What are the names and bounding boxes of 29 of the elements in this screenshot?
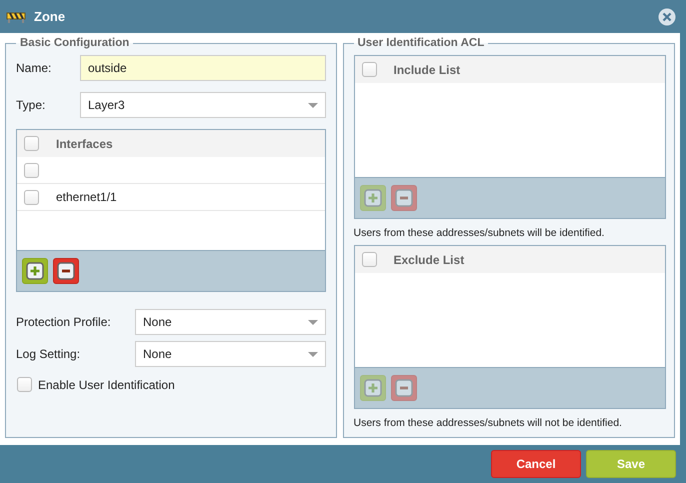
help-text: Users from these addresses/subnets will be identified. xyxy=(354,227,606,239)
field-label: Name: xyxy=(16,61,52,75)
column-header: Interfaces xyxy=(56,136,113,150)
checkbox[interactable] xyxy=(24,162,39,178)
name-field[interactable]: outside xyxy=(80,55,326,81)
cancel-button[interactable]: Cancel xyxy=(491,450,581,478)
column-header: Include List xyxy=(394,62,460,76)
close-icon[interactable] xyxy=(658,8,676,26)
window-title: Zone xyxy=(34,9,66,24)
barrier-icon xyxy=(6,10,26,22)
add-button[interactable] xyxy=(22,258,48,284)
type-dropdown[interactable]: Layer3 xyxy=(80,92,326,118)
checkbox[interactable] xyxy=(17,377,32,392)
checkbox-label: Enable User Identification xyxy=(38,378,175,392)
interface-name: ethernet1/1 xyxy=(56,190,117,204)
field-label: Type: xyxy=(16,98,46,112)
field-label: Protection Profile: xyxy=(16,315,112,329)
checkbox[interactable] xyxy=(24,136,39,151)
column-header: Exclude List xyxy=(394,252,464,266)
checkbox[interactable] xyxy=(24,190,39,204)
remove-button[interactable] xyxy=(53,258,79,284)
checkbox[interactable] xyxy=(362,252,376,267)
checkbox[interactable] xyxy=(362,62,376,77)
section-legend: User Identification ACL xyxy=(354,37,488,49)
help-text: Users from these addresses/subnets will not be identified. xyxy=(354,417,623,429)
log-setting-dropdown[interactable]: None xyxy=(135,341,326,367)
field-label: Log Setting: xyxy=(16,347,82,361)
protection-profile-dropdown[interactable]: None xyxy=(135,309,326,335)
section-legend: Basic Configuration xyxy=(16,37,134,49)
